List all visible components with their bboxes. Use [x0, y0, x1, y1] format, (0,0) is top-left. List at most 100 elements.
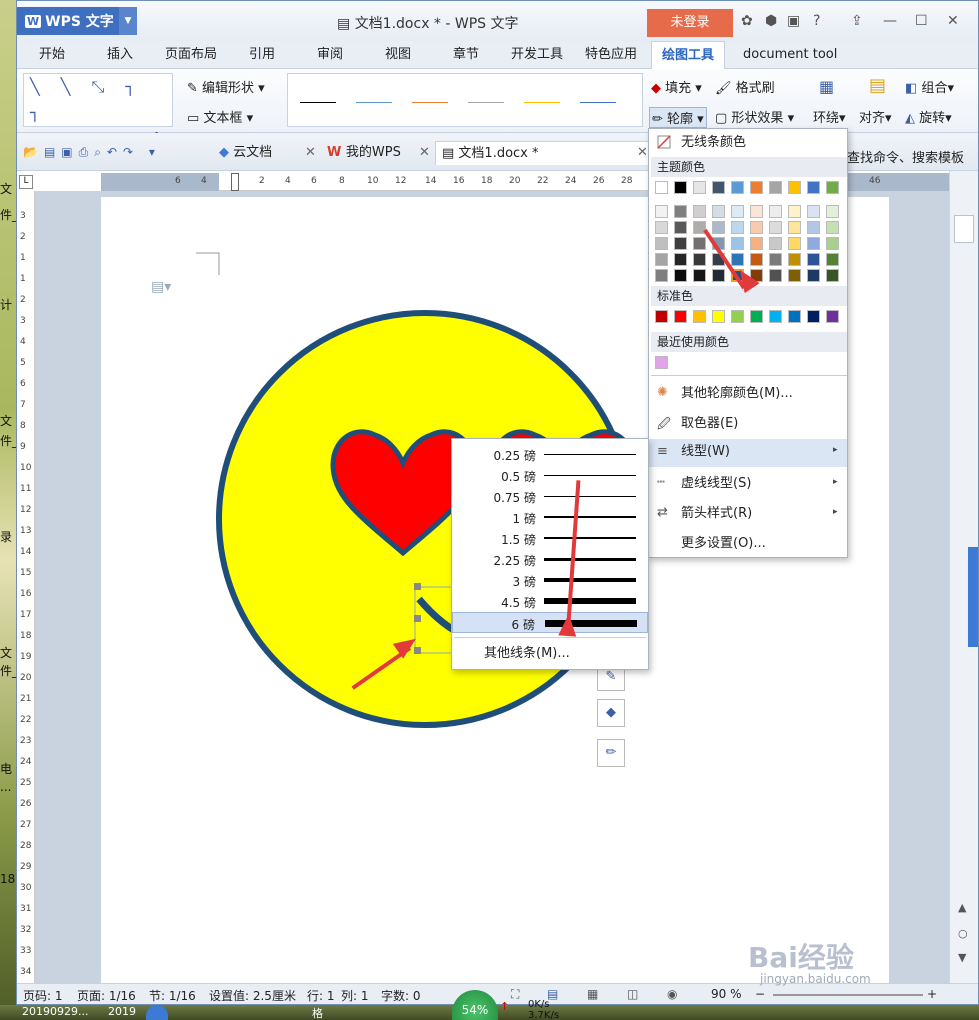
- text-box-button[interactable]: ▭ 文本框 ▾: [187, 107, 253, 126]
- maximize-icon[interactable]: ☐: [915, 13, 928, 29]
- theme-shade-swatch[interactable]: [750, 237, 763, 250]
- line-weight-option[interactable]: 4.5 磅: [452, 591, 648, 612]
- chevron-down-icon[interactable]: ▼: [119, 7, 137, 35]
- desktop-icon-label[interactable]: 电: [0, 760, 12, 777]
- line-weight-option[interactable]: 0.5 磅: [452, 465, 648, 486]
- theme-color-swatch[interactable]: [807, 181, 820, 194]
- desktop-icon-label[interactable]: 计: [0, 296, 12, 313]
- theme-shade-swatch[interactable]: [769, 269, 782, 282]
- doc-tab-cloud[interactable]: ◆ 云文档: [213, 141, 278, 165]
- view-read-icon[interactable]: ◉: [667, 987, 677, 1001]
- standard-color-swatch[interactable]: [807, 310, 820, 323]
- feedback-icon[interactable]: ▣: [787, 13, 800, 29]
- view-web-icon[interactable]: ◫: [627, 987, 638, 1001]
- theme-shade-swatch[interactable]: [693, 205, 706, 218]
- theme-shade-swatch[interactable]: [807, 221, 820, 234]
- paste-options-icon[interactable]: ▤▾: [151, 279, 171, 295]
- standard-color-swatch[interactable]: [731, 310, 744, 323]
- skin-icon[interactable]: ✿: [741, 13, 753, 29]
- align-icon[interactable]: ▤: [869, 75, 886, 96]
- desktop-icon-label[interactable]: 18: [0, 872, 15, 886]
- tab-page-layout[interactable]: 页面布局: [165, 41, 217, 69]
- menu-more-outline-colors[interactable]: 其他轮廓颜色(M)...: [649, 381, 847, 407]
- desktop-icon-label[interactable]: ...: [0, 780, 11, 794]
- standard-color-swatch[interactable]: [693, 310, 706, 323]
- tab-chapter[interactable]: 章节: [453, 41, 479, 69]
- format-brush-button[interactable]: 🖌 格式刷: [715, 77, 775, 96]
- taskbar-item[interactable]: 20190929...: [22, 1005, 88, 1018]
- standard-color-swatch[interactable]: [712, 310, 725, 323]
- float-pen-icon[interactable]: ✏: [597, 739, 625, 767]
- tab-references[interactable]: 引用: [249, 41, 275, 69]
- align-button[interactable]: 对齐▾: [859, 107, 892, 126]
- line-weight-option[interactable]: 0.75 磅: [452, 486, 648, 507]
- theme-color-swatch[interactable]: [826, 181, 839, 194]
- menu-line-type[interactable]: 线型(W): [649, 439, 847, 467]
- zoom-level[interactable]: 90 %: [711, 987, 742, 1001]
- theme-color-swatch[interactable]: [693, 181, 706, 194]
- connector-gallery[interactable]: ╲ ╲ ⤡ ┐ ┐┓ ⤷ ⤷ ⤷ ∫: [23, 73, 173, 148]
- tab-developer[interactable]: 开发工具: [511, 41, 563, 69]
- standard-color-swatch[interactable]: [655, 310, 668, 323]
- line-style-orange[interactable]: [412, 102, 448, 103]
- menu-no-line-color[interactable]: 无线条颜色: [649, 130, 847, 156]
- menu-more-lines[interactable]: 其他线条(M)...: [452, 641, 648, 667]
- theme-color-swatch[interactable]: [788, 181, 801, 194]
- theme-shade-swatch[interactable]: [712, 221, 725, 234]
- theme-shade-swatch[interactable]: [674, 237, 687, 250]
- theme-shade-swatch[interactable]: [788, 221, 801, 234]
- edit-shape-button[interactable]: ✎ 编辑形状 ▾: [187, 77, 265, 96]
- doc-tab-my-wps[interactable]: W 我的WPS: [321, 141, 407, 165]
- line-style-gray[interactable]: [468, 102, 504, 103]
- view-fullscreen-icon[interactable]: ⛶: [511, 987, 519, 1002]
- close-tab-icon[interactable]: ✕: [305, 145, 316, 160]
- theme-shade-swatch[interactable]: [826, 237, 839, 250]
- tab-review[interactable]: 审阅: [317, 41, 343, 69]
- theme-shade-swatch[interactable]: [788, 205, 801, 218]
- theme-color-swatch[interactable]: [712, 181, 725, 194]
- outline-button[interactable]: ✏ 轮廓 ▾: [649, 107, 707, 128]
- wrap-button[interactable]: 环绕▾: [813, 107, 846, 126]
- scroll-down-icon[interactable]: ▼: [958, 951, 966, 964]
- theme-shade-swatch[interactable]: [826, 253, 839, 266]
- theme-shade-swatch[interactable]: [788, 237, 801, 250]
- close-icon[interactable]: ✕: [947, 13, 959, 29]
- doc-tab-document1[interactable]: ▤ 文档1.docx *: [435, 141, 649, 165]
- menu-eyedropper[interactable]: 取色器(E): [649, 411, 847, 437]
- theme-shade-swatch[interactable]: [769, 253, 782, 266]
- tab-start[interactable]: 开始: [39, 41, 65, 69]
- standard-color-swatch[interactable]: [769, 310, 782, 323]
- wrap-icon[interactable]: ▦: [819, 77, 834, 96]
- line-weight-option[interactable]: 1.5 磅: [452, 528, 648, 549]
- upload-icon[interactable]: ⇪: [851, 13, 863, 29]
- theme-shade-swatch[interactable]: [674, 253, 687, 266]
- tab-drawing-tools[interactable]: 绘图工具: [651, 41, 726, 69]
- line-style-darkblue[interactable]: [580, 102, 616, 103]
- vertical-scrollbar[interactable]: ▲ ○ ▼: [949, 171, 978, 983]
- scroll-up-icon[interactable]: ▲: [958, 901, 966, 914]
- theme-shade-swatch[interactable]: [826, 269, 839, 282]
- rotate-button[interactable]: ◭ 旋转▾: [905, 107, 952, 126]
- tab-insert[interactable]: 插入: [107, 41, 133, 69]
- theme-shade-swatch[interactable]: [826, 205, 839, 218]
- desktop-icon-label[interactable]: 文: [0, 412, 12, 429]
- theme-shade-swatch[interactable]: [674, 205, 687, 218]
- theme-shade-swatch[interactable]: [807, 269, 820, 282]
- theme-shade-swatch[interactable]: [731, 221, 744, 234]
- line-style-black[interactable]: [300, 102, 336, 103]
- theme-shade-swatch[interactable]: [807, 205, 820, 218]
- tab-document-tool[interactable]: document tool: [743, 41, 837, 69]
- theme-color-swatch[interactable]: [731, 181, 744, 194]
- theme-shade-swatch[interactable]: [655, 269, 668, 282]
- theme-shade-swatch[interactable]: [712, 269, 725, 282]
- theme-shade-swatch[interactable]: [693, 253, 706, 266]
- taskbar-item[interactable]: 格: [312, 1005, 323, 1020]
- shape-effect-button[interactable]: ▢ 形状效果 ▾: [715, 107, 794, 126]
- theme-color-swatch[interactable]: [655, 181, 668, 194]
- line-weight-option[interactable]: 6 磅: [452, 612, 648, 633]
- standard-color-swatch[interactable]: [826, 310, 839, 323]
- line-weight-option[interactable]: 0.25 磅: [452, 444, 648, 465]
- line-weight-option[interactable]: 1 磅: [452, 507, 648, 528]
- standard-color-swatch[interactable]: [674, 310, 687, 323]
- zoom-in-icon[interactable]: +: [927, 987, 937, 1001]
